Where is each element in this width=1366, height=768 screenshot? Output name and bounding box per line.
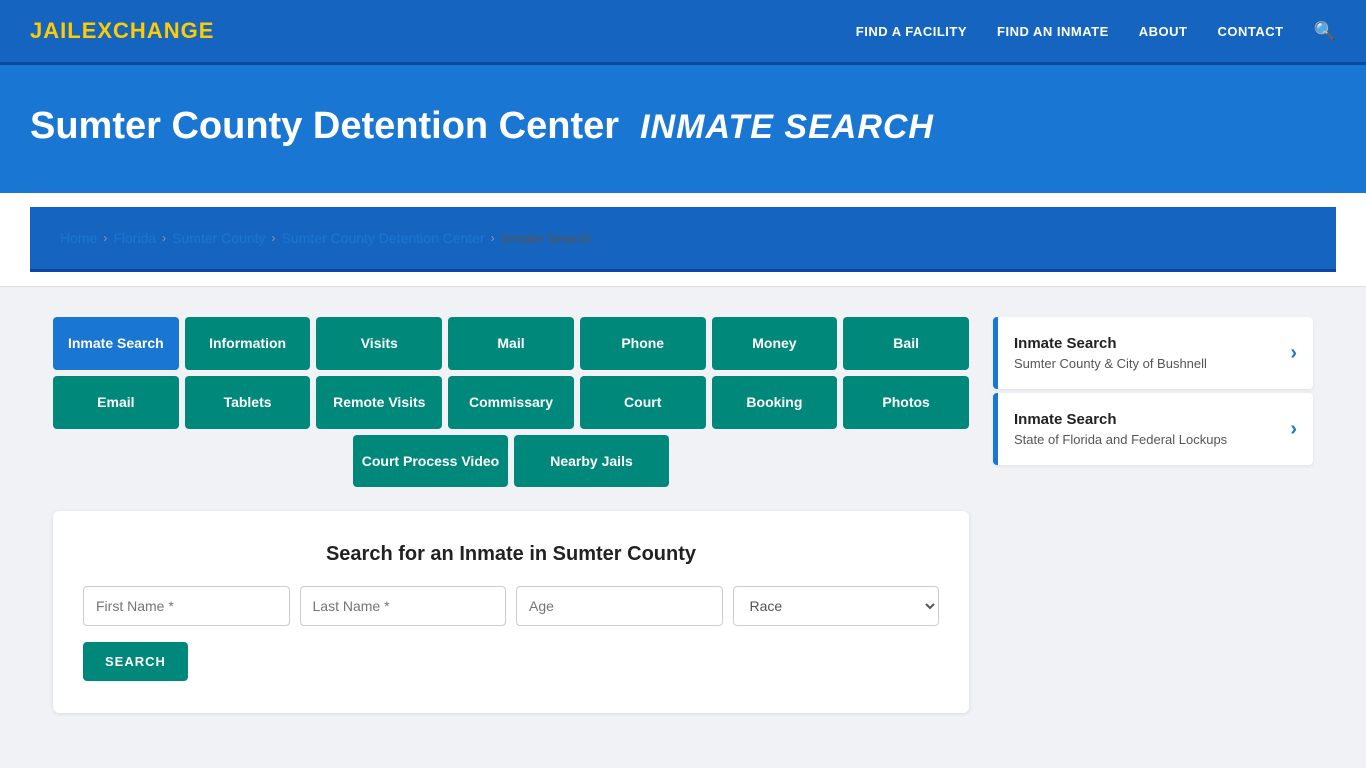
age-input[interactable] [516,586,723,626]
search-box: Search for an Inmate in Sumter County Ra… [53,511,969,713]
tabs-row2: Email Tablets Remote Visits Commissary C… [53,376,969,429]
sidebar-card-florida[interactable]: Inmate Search State of Florida and Feder… [993,393,1313,465]
last-name-input[interactable] [300,586,507,626]
tab-court-process-video[interactable]: Court Process Video [353,435,508,488]
tab-remote-visits[interactable]: Remote Visits [316,376,442,429]
hero-main-title: Sumter County Detention Center [30,105,619,147]
tab-phone[interactable]: Phone [580,317,706,370]
logo-highlight: EXCHANGE [82,18,215,43]
breadcrumb-sep-2: › [162,231,166,245]
tab-commissary[interactable]: Commissary [448,376,574,429]
page-title: Sumter County Detention Center INMATE SE… [30,105,1336,148]
breadcrumb-current: Inmate Search [501,230,592,246]
sidebar-sumter-title: Inmate Search [1014,335,1207,352]
hero-section: Sumter County Detention Center INMATE SE… [0,65,1366,193]
tab-court[interactable]: Court [580,376,706,429]
nav-links: FIND A FACILITY FIND AN INMATE ABOUT CON… [856,21,1336,42]
tab-bail[interactable]: Bail [843,317,969,370]
sidebar-card-sumter[interactable]: Inmate Search Sumter County & City of Bu… [993,317,1313,389]
tab-booking[interactable]: Booking [712,376,838,429]
logo-text1: JAIL [30,18,82,43]
search-title: Search for an Inmate in Sumter County [83,543,939,566]
main-wrapper: Inmate Search Information Visits Mail Ph… [33,287,1333,743]
tab-information[interactable]: Information [185,317,311,370]
sidebar-florida-subtitle: State of Florida and Federal Lockups [1014,432,1227,447]
breadcrumb: Home › Florida › Sumter County › Sumter … [30,207,1336,272]
sidebar-card-florida-text: Inmate Search State of Florida and Feder… [1014,411,1227,447]
tab-money[interactable]: Money [712,317,838,370]
chevron-down-icon: › [1290,342,1297,365]
tab-nearby-jails[interactable]: Nearby Jails [514,435,669,488]
breadcrumb-detention-center[interactable]: Sumter County Detention Center [282,230,485,246]
nav-find-inmate[interactable]: FIND AN INMATE [997,24,1109,39]
tab-email[interactable]: Email [53,376,179,429]
breadcrumb-bar: Home › Florida › Sumter County › Sumter … [0,193,1366,287]
sidebar-card-sumter-text: Inmate Search Sumter County & City of Bu… [1014,335,1207,371]
nav-contact[interactable]: CONTACT [1217,24,1283,39]
tab-visits[interactable]: Visits [316,317,442,370]
tab-mail[interactable]: Mail [448,317,574,370]
nav-find-facility[interactable]: FIND A FACILITY [856,24,967,39]
tab-tablets[interactable]: Tablets [185,376,311,429]
nav-about[interactable]: ABOUT [1139,24,1188,39]
breadcrumb-sumter-county[interactable]: Sumter County [172,230,265,246]
hero-subtitle: INMATE SEARCH [640,108,934,146]
search-icon[interactable]: 🔍 [1314,21,1336,42]
search-button[interactable]: SEARCH [83,642,188,681]
race-select[interactable]: Race White Black Hispanic Asian Other [733,586,940,626]
search-fields: Race White Black Hispanic Asian Other [83,586,939,626]
tab-inmate-search[interactable]: Inmate Search [53,317,179,370]
breadcrumb-sep-4: › [491,231,495,245]
tabs-row1: Inmate Search Information Visits Mail Ph… [53,317,969,370]
logo[interactable]: JAILEXCHANGE [30,18,856,44]
tab-photos[interactable]: Photos [843,376,969,429]
sidebar-florida-title: Inmate Search [1014,411,1227,428]
first-name-input[interactable] [83,586,290,626]
breadcrumb-sep-3: › [272,231,276,245]
left-column: Inmate Search Information Visits Mail Ph… [53,317,969,713]
breadcrumb-florida[interactable]: Florida [113,230,156,246]
right-column: Inmate Search Sumter County & City of Bu… [993,317,1313,469]
sidebar-sumter-subtitle: Sumter County & City of Bushnell [1014,356,1207,371]
chevron-down-icon-2: › [1290,418,1297,441]
navbar: JAILEXCHANGE FIND A FACILITY FIND AN INM… [0,0,1366,65]
breadcrumb-home[interactable]: Home [60,230,97,246]
breadcrumb-sep-1: › [103,231,107,245]
tabs-row3: Court Process Video Nearby Jails [53,435,969,488]
